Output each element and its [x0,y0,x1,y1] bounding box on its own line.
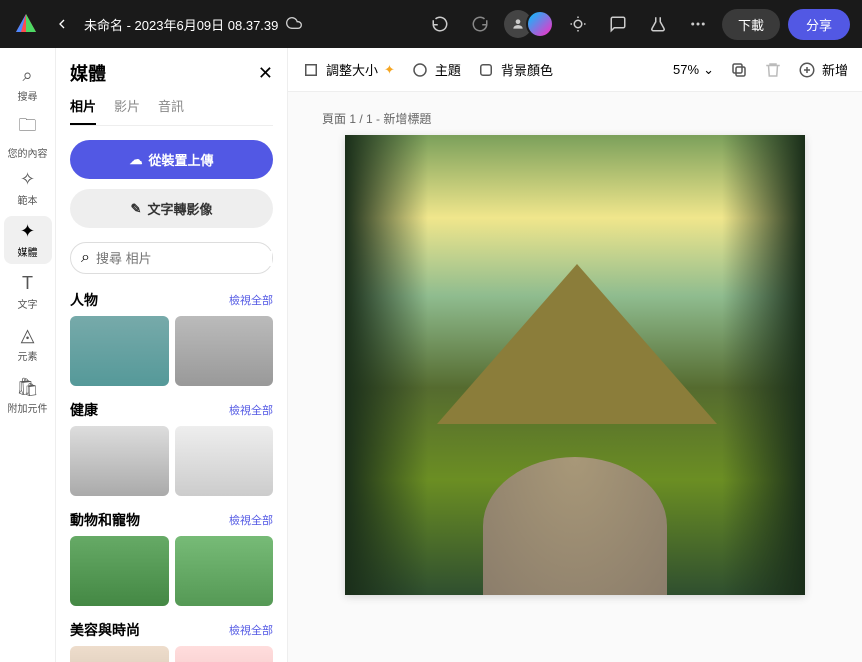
zoom-control[interactable]: 57%⌄ [673,62,714,78]
templates-icon: ✧ [20,169,35,190]
nav-your-content[interactable]: 🗀您的內容 [4,112,52,160]
duplicate-page-button[interactable] [730,61,748,79]
stock-thumb[interactable] [70,536,169,606]
nav-text[interactable]: T文字 [4,268,52,316]
stock-thumb[interactable] [70,426,169,496]
cloud-status-icon [286,15,302,34]
stock-thumb[interactable] [175,426,274,496]
tab-audio[interactable]: 音訊 [158,96,184,125]
premium-icon: ✦ [384,62,395,78]
back-button[interactable] [48,10,76,38]
canvas-page[interactable] [345,135,805,595]
view-all-health[interactable]: 檢視全部 [229,402,273,418]
elements-icon: ◬ [21,325,35,346]
folder-icon: 🗀 [19,113,37,143]
stock-thumb[interactable] [175,316,274,386]
upload-button[interactable]: ☁ 從裝置上傳 [70,140,273,179]
add-page-button[interactable]: 新增 [798,60,848,79]
tab-photo[interactable]: 相片 [70,96,96,125]
chevron-down-icon: ⌄ [703,62,714,78]
text2img-icon: ✎ [131,201,142,217]
search-icon: ⌕ [22,65,32,86]
resize-tool[interactable]: 調整大小✦ [302,60,395,79]
category-health: 健康 [70,400,98,420]
tab-video[interactable]: 影片 [114,96,140,125]
text-icon: T [22,273,33,294]
text-to-image-button[interactable]: ✎ 文字轉影像 [70,189,273,228]
more-icon[interactable] [682,8,714,40]
media-icon: ✦ [20,221,35,242]
stock-thumb[interactable] [70,316,169,386]
nav-search[interactable]: ⌕搜尋 [4,60,52,108]
canvas-image[interactable] [345,135,805,595]
share-button[interactable]: 分享 [788,9,850,40]
addons-icon: 🛍 [16,377,39,398]
labs-icon[interactable] [642,8,674,40]
panel-title: 媒體 [70,60,106,86]
delete-page-button[interactable] [764,61,782,79]
bgcolor-tool[interactable]: 背景顏色 [477,60,553,79]
category-animals: 動物和寵物 [70,510,140,530]
stock-thumb[interactable] [70,646,169,662]
nav-templates[interactable]: ✧範本 [4,164,52,212]
app-logo[interactable] [12,10,40,38]
close-panel-button[interactable]: ✕ [258,63,273,84]
download-button[interactable]: 下載 [722,9,780,40]
redo-button[interactable] [464,8,496,40]
collaborator-avatars[interactable] [504,10,554,38]
theme-tool[interactable]: 主題 [411,60,461,79]
stock-thumb[interactable] [175,646,274,662]
tips-icon[interactable] [562,8,594,40]
search-input[interactable] [96,251,272,266]
upload-icon: ☁ [129,152,142,168]
view-all-beauty[interactable]: 檢視全部 [229,622,273,638]
undo-button[interactable] [424,8,456,40]
comment-icon[interactable] [602,8,634,40]
document-title[interactable]: 未命名 - 2023年6月09日 08.37.39 [84,15,278,34]
view-all-people[interactable]: 檢視全部 [229,292,273,308]
page-label[interactable]: 頁面 1 / 1 - 新增標題 [322,110,431,127]
nav-addons[interactable]: 🛍附加元件 [4,372,52,420]
view-all-animals[interactable]: 檢視全部 [229,512,273,528]
nav-elements[interactable]: ◬元素 [4,320,52,368]
category-people: 人物 [70,290,98,310]
search-icon: ⌕ [81,249,90,267]
category-beauty: 美容與時尚 [70,620,140,640]
search-input-wrapper[interactable]: ⌕ [70,242,273,274]
stock-thumb[interactable] [175,536,274,606]
nav-media[interactable]: ✦媒體 [4,216,52,264]
